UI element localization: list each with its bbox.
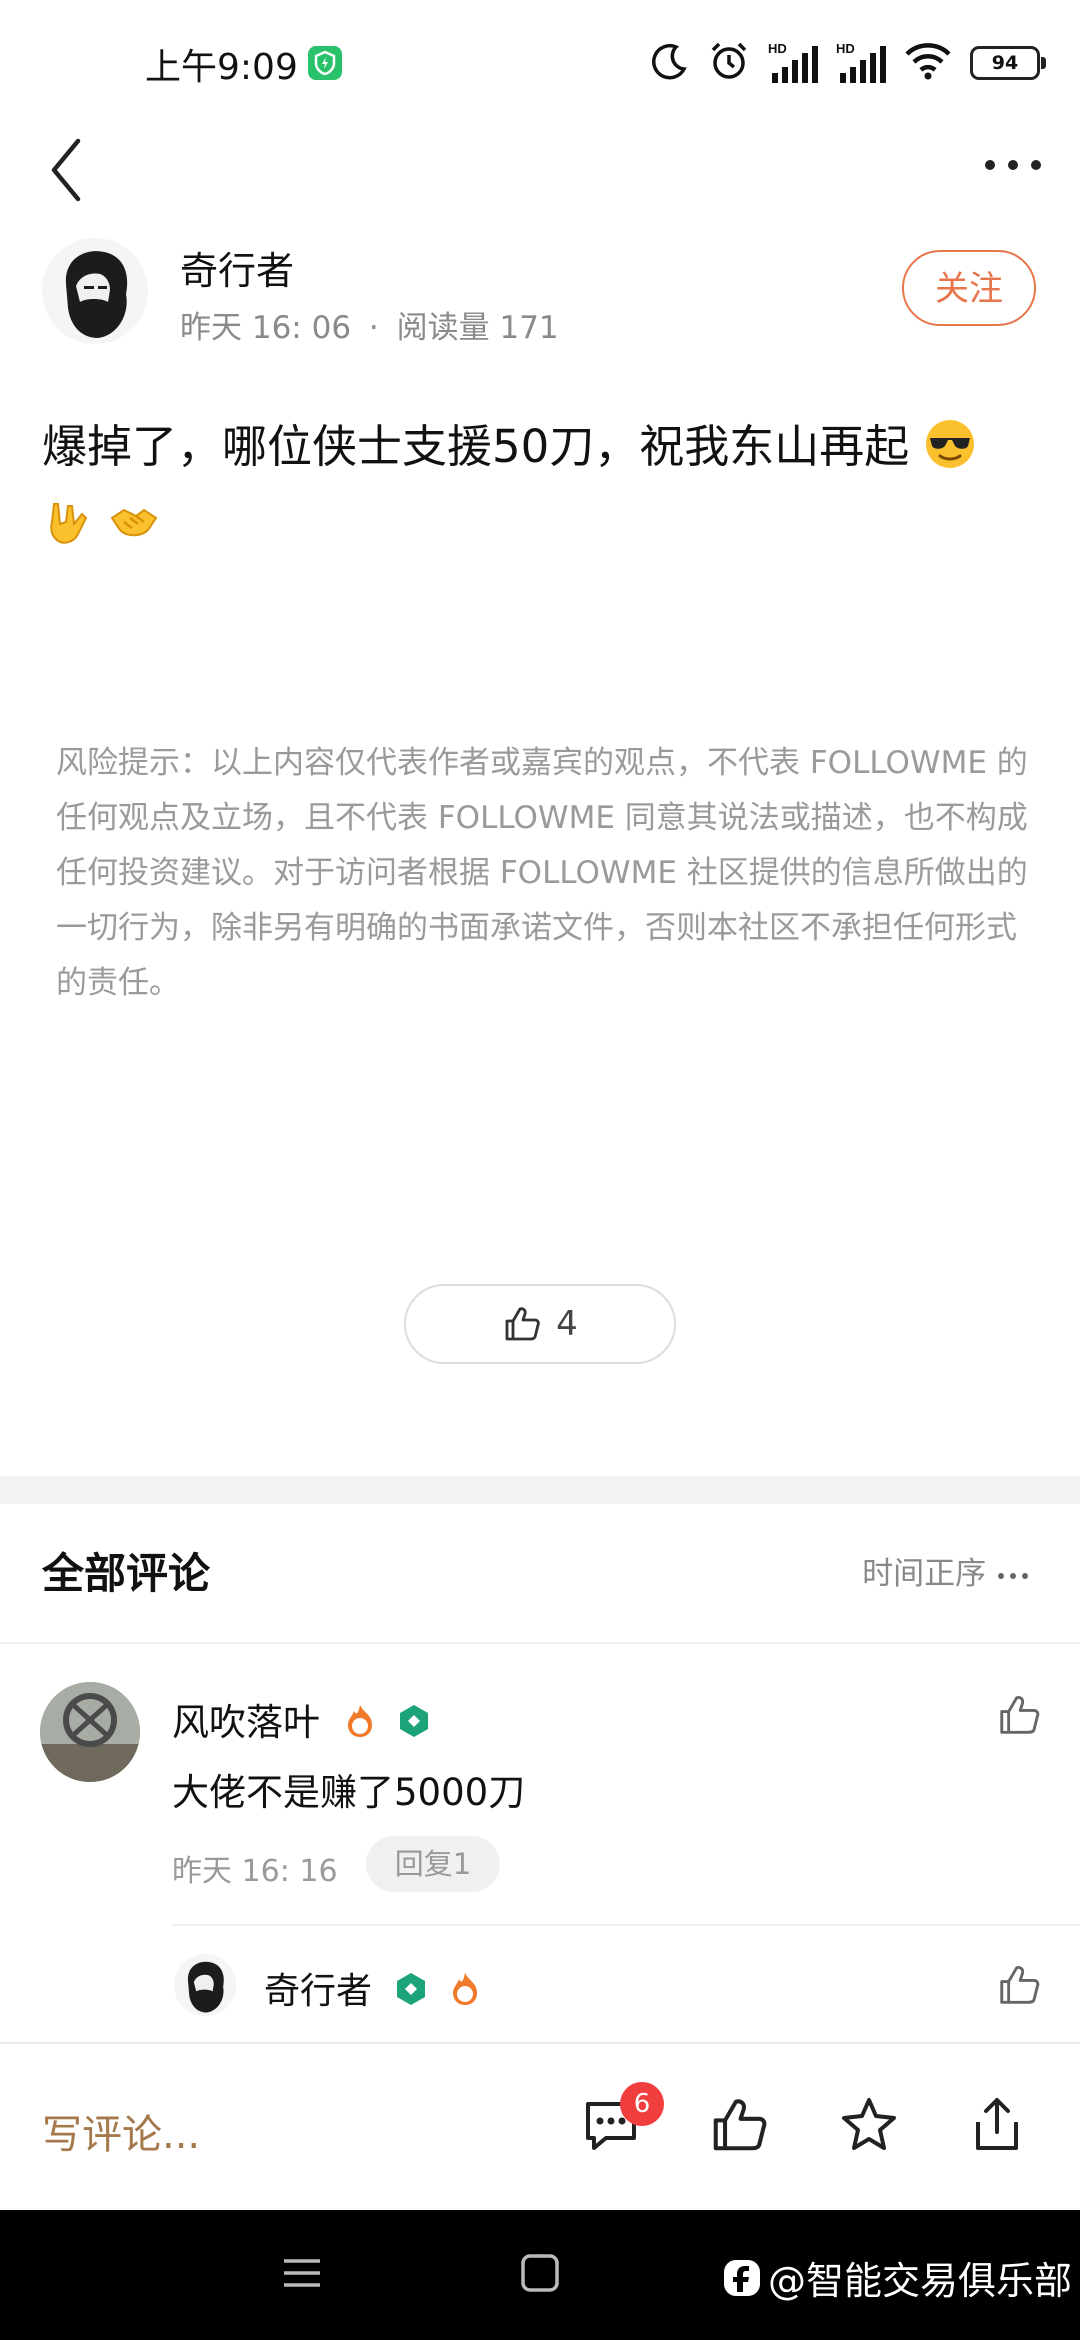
share-icon — [976, 2098, 1018, 2150]
section-divider — [0, 1476, 1080, 1504]
thumbs-up-icon — [1000, 1966, 1040, 2004]
favorite-button[interactable] — [838, 2094, 900, 2156]
sunglasses-emoji-icon — [924, 416, 976, 468]
follow-button[interactable]: 关注 — [902, 250, 1036, 326]
reply-author-row: 奇行者 — [264, 1962, 483, 2014]
post-time: 昨天 16: 06 — [180, 310, 352, 346]
meta-separator: · — [368, 310, 379, 346]
risk-disclaimer: 风险提示：以上内容仅代表作者或嘉宾的观点，不代表 FOLLOWME 的任何观点及… — [56, 745, 1028, 1001]
reply-author-avatar[interactable] — [174, 1954, 236, 2016]
view-replies-button[interactable]: 回复1 — [366, 1836, 500, 1892]
bearded-man-icon — [42, 238, 148, 344]
comments-title: 全部评论 — [42, 1549, 211, 1598]
signal-2-icon: HD — [836, 41, 886, 85]
reply-divider — [172, 1924, 1080, 1926]
battery-indicator: 94 — [970, 46, 1046, 80]
security-shield-icon — [308, 46, 342, 80]
alarm-icon — [708, 40, 750, 86]
reply-like-button[interactable] — [996, 1962, 1042, 2008]
read-count: 阅读量 171 — [396, 310, 559, 346]
comment-count-badge: 6 — [620, 2082, 664, 2126]
status-time: 上午9:09 — [145, 47, 298, 88]
post-like-count: 4 — [556, 1304, 578, 1344]
post-meta: 昨天 16: 06 · 阅读量 171 — [180, 302, 559, 347]
watermark-text: @智能交易俱乐部 — [767, 2259, 1072, 2303]
green-hexagon-badge-icon — [393, 1971, 429, 2007]
moon-icon — [650, 41, 690, 85]
comment-author-name[interactable]: 风吹落叶 — [172, 1701, 320, 1744]
star-icon — [842, 2098, 896, 2150]
square-icon — [521, 2254, 559, 2292]
pk-fire-badge-icon — [342, 1703, 378, 1739]
more-dots-icon — [985, 160, 1041, 170]
watermark-logo-icon — [723, 2259, 760, 2296]
chevron-left-icon — [51, 138, 81, 202]
reply-author-name[interactable]: 奇行者 — [264, 1971, 372, 2012]
wifi-icon — [904, 41, 952, 85]
handshake-emoji-icon — [108, 494, 160, 546]
comment-like-button[interactable] — [996, 1692, 1042, 1738]
commenter-avatar[interactable] — [40, 1682, 140, 1782]
bearded-man-icon — [174, 1954, 236, 2016]
sort-order-button[interactable]: 时间正序 — [862, 1548, 1032, 1593]
thumbs-up-icon — [713, 2099, 767, 2151]
author-avatar[interactable] — [42, 238, 148, 344]
more-dots-icon — [998, 1572, 1028, 1579]
hamburger-icon — [284, 2259, 320, 2287]
watermark: @智能交易俱乐部 — [722, 2250, 1072, 2305]
comment-text: 大佬不是赚了5000刀 — [172, 1771, 526, 1814]
green-hexagon-badge-icon — [396, 1703, 432, 1739]
home-nav-button[interactable] — [520, 2253, 560, 2297]
status-icons: HD HD 94 — [650, 38, 1046, 88]
author-name[interactable]: 奇行者 — [180, 240, 294, 295]
menu-nav-button[interactable] — [282, 2253, 322, 2297]
sort-label: 时间正序 — [862, 1556, 987, 1592]
back-button[interactable] — [44, 135, 94, 205]
signal-1-icon: HD — [768, 41, 818, 85]
comment-time: 昨天 16: 16 — [172, 1854, 338, 1889]
more-options-button[interactable] — [980, 140, 1050, 190]
post-body: 爆掉了，哪位侠士支援50刀，祝我东山再起 — [42, 408, 1042, 564]
thumbs-up-icon — [1000, 1696, 1040, 1734]
like-button[interactable] — [708, 2094, 770, 2156]
write-comment-input[interactable]: 写评论... — [42, 2102, 200, 2160]
post-like-button[interactable]: 4 — [404, 1284, 676, 1364]
share-button[interactable] — [966, 2094, 1028, 2156]
thumbs-up-icon — [505, 1307, 540, 1341]
landscape-photo-icon — [40, 1682, 140, 1782]
post-text: 爆掉了，哪位侠士支援50刀，祝我东山再起 — [42, 420, 910, 473]
pk-fire-badge-icon — [447, 1971, 483, 2007]
comment-author-row: 风吹落叶 — [172, 1692, 432, 1746]
divider — [0, 1642, 1080, 1644]
rock-on-hand-emoji-icon — [42, 494, 94, 546]
